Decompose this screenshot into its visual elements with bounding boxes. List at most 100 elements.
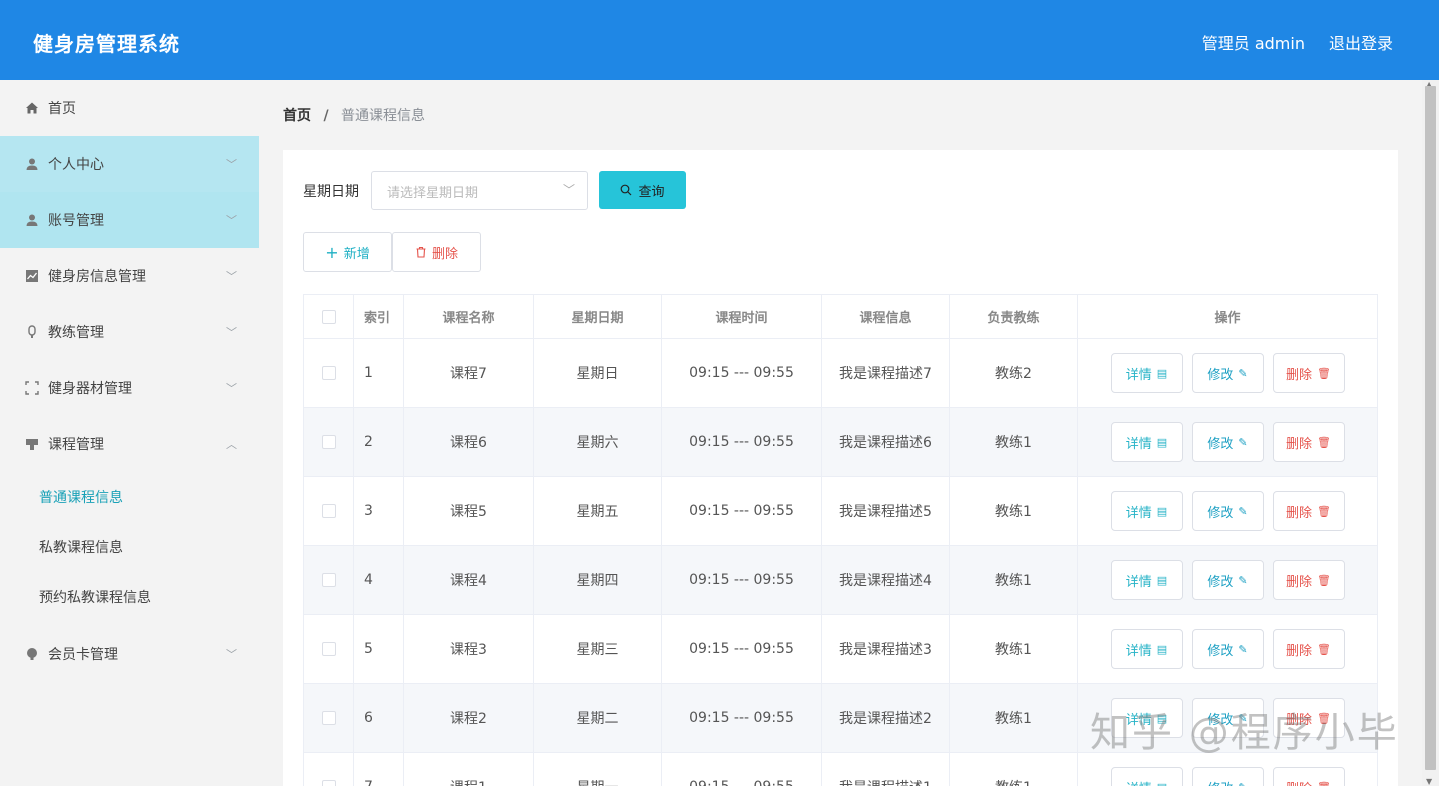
edit-button-label: 修改 xyxy=(1207,574,1234,590)
row-checkbox[interactable] xyxy=(321,711,336,725)
course-info-cell: 我是课程描述5 xyxy=(822,477,950,545)
detail-button[interactable]: 详情 ▤ xyxy=(1110,560,1183,600)
scrollbar-thumb[interactable] xyxy=(1425,86,1436,770)
top-header: 健身房管理系统 管理员 admin 退出登录 xyxy=(0,0,1439,80)
detail-button[interactable]: 详情 ▤ xyxy=(1110,629,1183,669)
table-row: 3 课程5 星期五 09:15 --- 09:55 我是课程描述5 教练1 详情 ▤ 修改 ✎ 删除… xyxy=(304,477,1378,546)
sidebar-subitem-regular-courses[interactable]: 普通课程信息 xyxy=(0,472,259,522)
index-cell: 5 xyxy=(354,615,404,683)
query-button[interactable]: 查询 xyxy=(599,171,686,209)
delete-button[interactable]: 删除 🗑 xyxy=(1272,353,1345,393)
select-all-cell xyxy=(304,295,354,338)
course-name-cell: 课程7 xyxy=(404,339,534,407)
weekday-select-placeholder: 请选择星期日期 xyxy=(387,186,479,201)
sidebar-item-courses[interactable]: 课程管理 ︿ xyxy=(0,416,259,472)
edit-button[interactable]: 修改 ✎ xyxy=(1191,353,1264,393)
edit-button[interactable]: 修改 ✎ xyxy=(1191,767,1264,786)
sidebar-subitem-private-courses[interactable]: 私教课程信息 xyxy=(0,522,259,572)
chevron-down-icon: ﹀ xyxy=(562,183,575,197)
row-checkbox[interactable] xyxy=(321,504,336,518)
index-cell: 2 xyxy=(354,408,404,476)
edit-button[interactable]: 修改 ✎ xyxy=(1191,422,1264,462)
sidebar-item-gym-info[interactable]: 健身房信息管理 ﹀ xyxy=(0,248,259,304)
edit-button[interactable]: 修改 ✎ xyxy=(1191,491,1264,531)
edit-button[interactable]: 修改 ✎ xyxy=(1191,560,1264,600)
breadcrumb-current: 普通课程信息 xyxy=(341,108,426,124)
pencil-icon: ✎ xyxy=(1238,366,1248,380)
select-all-checkbox[interactable] xyxy=(321,309,336,324)
sidebar-item-label: 健身器材管理 xyxy=(48,381,132,397)
operations-cell: 详情 ▤ 修改 ✎ 删除 🗑 xyxy=(1078,339,1378,407)
detail-button-label: 详情 xyxy=(1125,712,1152,728)
column-header: 操作 xyxy=(1078,295,1378,338)
coach-cell: 教练1 xyxy=(950,753,1078,786)
weekday-select[interactable]: 请选择星期日期 ﹀ xyxy=(371,171,588,210)
course-info-cell: 我是课程描述4 xyxy=(822,546,950,614)
sidebar-item-coaches[interactable]: 教练管理 ﹀ xyxy=(0,304,259,360)
trash-icon xyxy=(416,246,426,258)
sidebar-item-label: 首页 xyxy=(48,101,76,117)
delete-button[interactable]: 删除 🗑 xyxy=(1272,560,1345,600)
app-title: 健身房管理系统 xyxy=(33,32,180,56)
user-icon xyxy=(24,156,40,172)
add-button-label: 新增 xyxy=(343,246,370,262)
edit-button-label: 修改 xyxy=(1207,505,1234,521)
detail-button[interactable]: 详情 ▤ xyxy=(1110,767,1183,786)
detail-button[interactable]: 详情 ▤ xyxy=(1110,491,1183,531)
admin-user-label[interactable]: 管理员 admin xyxy=(1202,30,1305,54)
column-header: 负责教练 xyxy=(950,295,1078,338)
scroll-down-arrow-icon[interactable]: ▼ xyxy=(1426,777,1432,786)
row-select-cell xyxy=(304,753,354,786)
row-checkbox[interactable] xyxy=(321,366,336,380)
edit-button[interactable]: 修改 ✎ xyxy=(1191,629,1264,669)
sidebar-subitem-booked-private-courses[interactable]: 预约私教课程信息 xyxy=(0,572,259,622)
frame-icon xyxy=(24,380,40,396)
delete-button[interactable]: 删除 🗑 xyxy=(1272,767,1345,786)
row-checkbox[interactable] xyxy=(321,435,336,449)
index-cell: 7 xyxy=(354,753,404,786)
document-icon: ▤ xyxy=(1156,573,1168,587)
logout-link[interactable]: 退出登录 xyxy=(1329,30,1393,54)
detail-button[interactable]: 详情 ▤ xyxy=(1110,698,1183,738)
delete-button[interactable]: 删除 🗑 xyxy=(1272,698,1345,738)
sidebar-item-label: 健身房信息管理 xyxy=(48,269,146,285)
row-checkbox[interactable] xyxy=(321,642,336,656)
delete-button[interactable]: 删除 🗑 xyxy=(1272,491,1345,531)
batch-delete-button[interactable]: 删除 xyxy=(392,232,481,272)
row-checkbox[interactable] xyxy=(321,780,336,786)
column-header: 星期日期 xyxy=(534,295,662,338)
operations-cell: 详情 ▤ 修改 ✎ 删除 🗑 xyxy=(1078,408,1378,476)
sidebar-item-label: 个人中心 xyxy=(48,157,104,173)
sidebar-item-equipment[interactable]: 健身器材管理 ﹀ xyxy=(0,360,259,416)
batch-delete-button-label: 删除 xyxy=(431,246,458,262)
operations-cell: 详情 ▤ 修改 ✎ 删除 🗑 xyxy=(1078,477,1378,545)
sidebar-item-member-cards[interactable]: 会员卡管理 ﹀ xyxy=(0,626,259,682)
course-info-cell: 我是课程描述1 xyxy=(822,753,950,786)
course-name-cell: 课程5 xyxy=(404,477,534,545)
delete-button[interactable]: 删除 🗑 xyxy=(1272,422,1345,462)
edit-button[interactable]: 修改 ✎ xyxy=(1191,698,1264,738)
detail-button-label: 详情 xyxy=(1125,367,1152,383)
delete-button[interactable]: 删除 🗑 xyxy=(1272,629,1345,669)
detail-button[interactable]: 详情 ▤ xyxy=(1110,422,1183,462)
chart-icon xyxy=(24,268,40,284)
sidebar-item-profile[interactable]: 个人中心 ﹀ xyxy=(0,136,259,192)
sidebar-item-accounts[interactable]: 账号管理 ﹀ xyxy=(0,192,259,248)
sidebar-menu: 首页 个人中心 ﹀ 账号管理 ﹀ 健身房信息管理 ﹀ 教练管理 ﹀ 健身器材管理… xyxy=(0,80,259,786)
weekday-cell: 星期日 xyxy=(534,339,662,407)
add-button[interactable]: + 新增 xyxy=(303,232,392,272)
detail-button-label: 详情 xyxy=(1125,643,1152,659)
edit-button-label: 修改 xyxy=(1207,712,1234,728)
delete-button-label: 删除 xyxy=(1286,778,1312,786)
weekday-cell: 星期一 xyxy=(534,753,662,786)
vertical-scrollbar[interactable]: ▲ ▼ xyxy=(1422,80,1439,786)
edit-button-label: 修改 xyxy=(1207,367,1234,383)
document-icon: ▤ xyxy=(1156,504,1168,518)
query-button-label: 查询 xyxy=(638,184,665,200)
row-checkbox[interactable] xyxy=(321,573,336,587)
sidebar-item-home[interactable]: 首页 xyxy=(0,80,259,136)
breadcrumb-home[interactable]: 首页 xyxy=(283,108,311,124)
course-time-cell: 09:15 --- 09:55 xyxy=(662,477,822,545)
detail-button[interactable]: 详情 ▤ xyxy=(1110,353,1183,393)
delete-button-label: 删除 xyxy=(1286,505,1313,521)
